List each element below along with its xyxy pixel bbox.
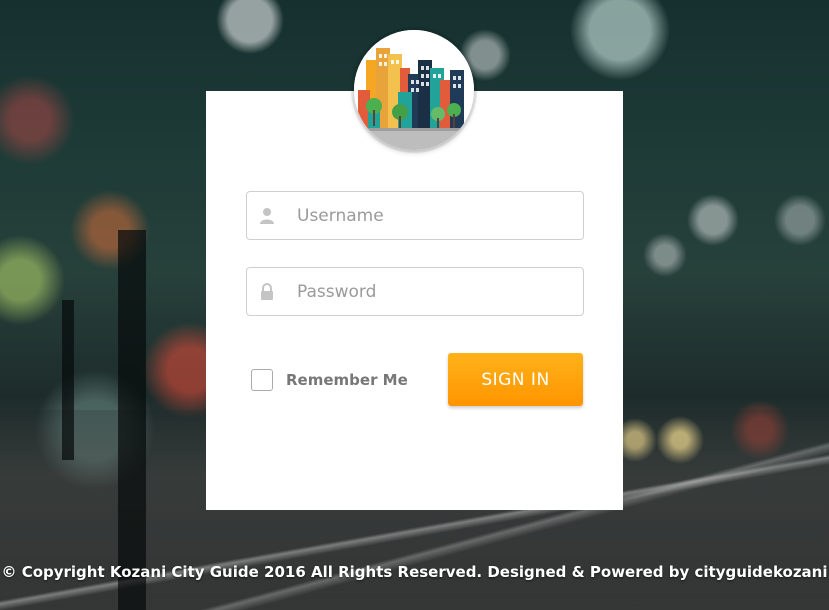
street-pole	[118, 230, 146, 610]
city-skyline-icon	[354, 30, 474, 150]
sign-in-button[interactable]: SIGN IN	[448, 353, 583, 406]
street-pole	[62, 300, 74, 460]
city-logo	[354, 30, 474, 150]
username-field[interactable]	[246, 191, 584, 240]
remember-me-label[interactable]: Remember Me	[286, 371, 408, 389]
footer-copyright: © Copyright Kozani City Guide 2016 All R…	[1, 563, 828, 581]
remember-me-checkbox[interactable]	[251, 369, 273, 391]
password-input[interactable]	[297, 268, 577, 315]
password-field[interactable]	[246, 267, 584, 316]
remember-me[interactable]: Remember Me	[251, 368, 408, 392]
user-icon	[259, 207, 275, 225]
lock-icon	[259, 283, 275, 301]
username-input[interactable]	[297, 192, 577, 239]
